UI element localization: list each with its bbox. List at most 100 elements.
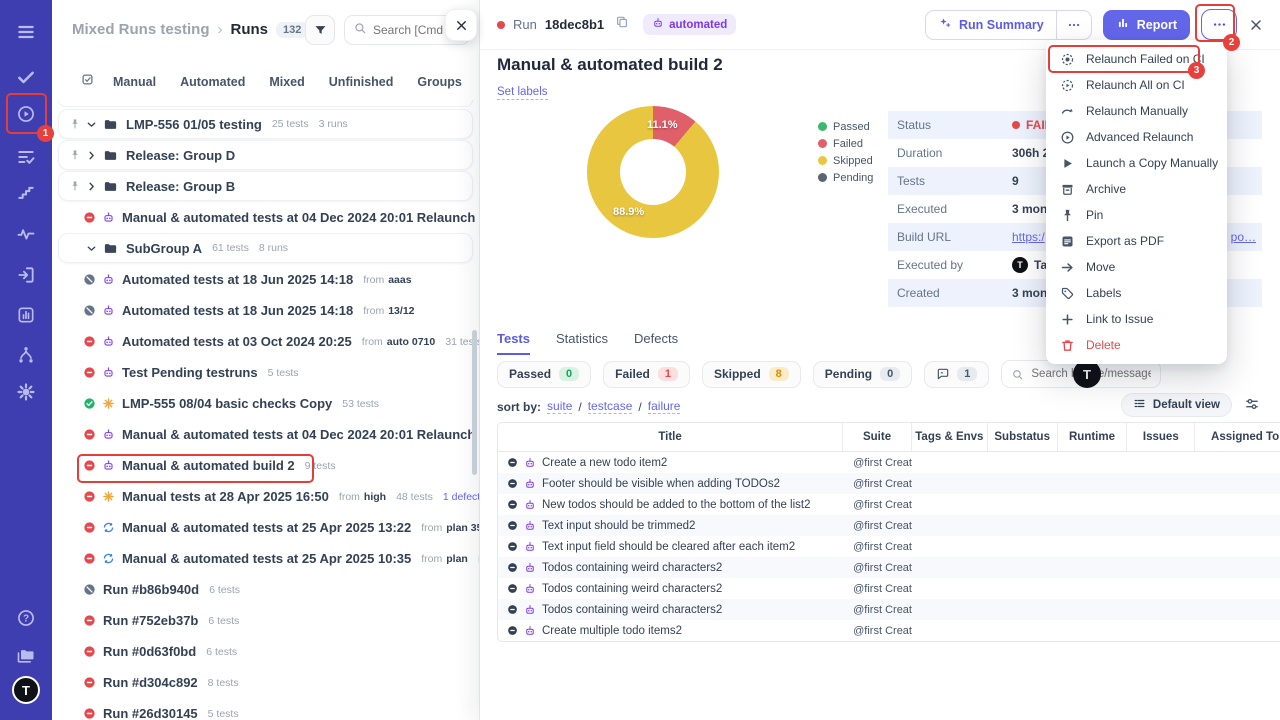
- sidebar-steps-icon[interactable]: [0, 172, 52, 212]
- menu-item-launch-a-copy-manually[interactable]: Launch a Copy Manually: [1046, 150, 1227, 176]
- filter-pill-pending[interactable]: Pending0: [813, 361, 912, 388]
- sidebar-gear-icon[interactable]: [0, 372, 52, 412]
- column-header[interactable]: Title: [498, 423, 843, 451]
- run-row[interactable]: Manual & automated tests at 25 Apr 2025 …: [52, 543, 479, 574]
- run-row[interactable]: Run #b86b940d6 tests: [52, 574, 479, 605]
- build-url-link[interactable]: https:/: [1012, 230, 1045, 244]
- run-row[interactable]: Manual & automated build 29 tests: [52, 450, 479, 481]
- chevron-right-icon[interactable]: [85, 149, 98, 162]
- sidebar-branch-icon[interactable]: [0, 335, 52, 375]
- menu-item-link-to-issue[interactable]: Link to Issue: [1046, 306, 1227, 332]
- menu-item-advanced-relaunch[interactable]: Advanced Relaunch: [1046, 124, 1227, 150]
- column-header[interactable]: Issues: [1127, 423, 1195, 451]
- breadcrumb-project[interactable]: Mixed Runs testing: [72, 21, 210, 38]
- scrollbar-thumb[interactable]: [472, 330, 477, 475]
- column-header[interactable]: Assigned To: [1195, 423, 1280, 451]
- close-run-panel-button[interactable]: [1248, 17, 1264, 33]
- table-row[interactable]: Text input field should be cleared after…: [498, 536, 1280, 557]
- run-row[interactable]: Run #26d301455 tests: [52, 698, 479, 720]
- menu-item-archive[interactable]: Archive: [1046, 176, 1227, 202]
- table-row[interactable]: New todos should be added to the bottom …: [498, 494, 1280, 515]
- run-row[interactable]: Automated tests at 03 Oct 2024 20:25from…: [52, 326, 479, 357]
- sidebar-bar-chart-icon[interactable]: [0, 295, 52, 335]
- sidebar-help-icon[interactable]: ?: [0, 598, 52, 638]
- menu-item-labels[interactable]: Labels: [1046, 280, 1227, 306]
- sidebar-check-icon[interactable]: [0, 57, 52, 97]
- filter-button[interactable]: [305, 15, 335, 45]
- run-row[interactable]: Run #0d63f0bd6 tests: [52, 636, 479, 667]
- run-group-row[interactable]: Release: Group D: [58, 140, 473, 170]
- run-row[interactable]: Automated tests at 18 Jun 2025 14:18from…: [52, 264, 479, 295]
- sort-by-testcase[interactable]: testcase: [588, 399, 633, 414]
- chevron-right-icon[interactable]: [85, 180, 98, 193]
- chevron-down-icon[interactable]: [85, 242, 98, 255]
- sort-by-failure[interactable]: failure: [648, 399, 681, 414]
- select-all-icon[interactable]: [80, 72, 95, 92]
- user-avatar[interactable]: T: [12, 676, 40, 704]
- column-header[interactable]: Substatus: [988, 423, 1058, 451]
- run-row[interactable]: Test Pending testruns5 tests: [52, 357, 479, 388]
- run-row[interactable]: Manual & automated tests at 25 Apr 2025 …: [52, 512, 479, 543]
- column-header[interactable]: Tags & Envs: [912, 423, 988, 451]
- sliders-icon[interactable]: [1244, 396, 1260, 417]
- run-summary-button[interactable]: Run Summary: [926, 11, 1056, 39]
- run-group-row[interactable]: LMP-556 01/05 testing25 tests3 runs: [58, 109, 473, 139]
- runs-tab-mixed[interactable]: Mixed: [269, 75, 304, 89]
- runs-tab-groups[interactable]: Groups: [417, 75, 461, 89]
- menu-item-export-as-pdf[interactable]: Export as PDF: [1046, 228, 1227, 254]
- legend-item: Pending: [818, 169, 873, 186]
- sidebar-menu-icon[interactable]: [0, 12, 52, 52]
- run-row[interactable]: LMP-555 08/04 basic checks Copy53 tests: [52, 388, 479, 419]
- run-group-row[interactable]: SubGroup A61 tests8 runs: [58, 233, 473, 263]
- sidebar-pulse-icon[interactable]: [0, 214, 52, 254]
- table-row[interactable]: Create a new todo item2@first Create ...: [498, 452, 1280, 473]
- sidebar-play-circle-icon[interactable]: [0, 94, 52, 134]
- run-row[interactable]: Manual & automated tests at 04 Dec 2024 …: [52, 202, 479, 233]
- sort-by-suite[interactable]: suite: [547, 399, 572, 414]
- column-header[interactable]: Runtime: [1058, 423, 1128, 451]
- set-labels-link[interactable]: Set labels: [497, 86, 548, 100]
- sidebar-import-icon[interactable]: [0, 255, 52, 295]
- filter-pill-passed[interactable]: Passed0: [497, 361, 591, 388]
- run-summary-more-button[interactable]: [1057, 11, 1091, 39]
- menu-item-pin[interactable]: Pin: [1046, 202, 1227, 228]
- filter-pill-failed[interactable]: Failed1: [603, 361, 690, 388]
- panel-close-button[interactable]: [445, 9, 477, 41]
- menu-item-relaunch-all-on-ci[interactable]: Relaunch All on CI: [1046, 72, 1227, 98]
- tab-defects[interactable]: Defects: [634, 331, 678, 355]
- table-row[interactable]: Footer should be visible when adding TOD…: [498, 473, 1280, 494]
- runs-tab-unfinished[interactable]: Unfinished: [329, 75, 394, 89]
- more-actions-button[interactable]: [1201, 9, 1237, 40]
- run-defects-link[interactable]: 1 defects: [443, 491, 479, 503]
- tab-tests[interactable]: Tests: [497, 331, 530, 355]
- menu-item-relaunch-failed-on-ci[interactable]: Relaunch Failed on CI: [1046, 46, 1227, 72]
- menu-item-relaunch-manually[interactable]: Relaunch Manually: [1046, 98, 1227, 124]
- table-row[interactable]: Text input should be trimmed2@first Crea…: [498, 515, 1280, 536]
- copy-icon[interactable]: [615, 15, 629, 34]
- run-group-row[interactable]: Release: Group B: [58, 171, 473, 201]
- run-row[interactable]: Automated tests at 18 Jun 2025 14:18from…: [52, 295, 479, 326]
- run-row[interactable]: Run #752eb37b6 tests: [52, 605, 479, 636]
- comments-filter-pill[interactable]: 1: [924, 361, 989, 388]
- assignee-avatar[interactable]: T: [1073, 360, 1101, 388]
- runs-tab-manual[interactable]: Manual: [113, 75, 156, 89]
- menu-item-move[interactable]: Move: [1046, 254, 1227, 280]
- run-row[interactable]: Manual tests at 28 Apr 2025 16:50fromhig…: [52, 481, 479, 512]
- run-row[interactable]: Run #d304c8928 tests: [52, 667, 479, 698]
- table-row[interactable]: Todos containing weird characters2@first…: [498, 599, 1280, 620]
- sidebar-list-check-icon[interactable]: [0, 137, 52, 177]
- tab-statistics[interactable]: Statistics: [556, 331, 608, 355]
- runs-tab-automated[interactable]: Automated: [180, 75, 245, 89]
- report-button[interactable]: Report: [1103, 10, 1190, 40]
- chevron-down-icon[interactable]: [85, 118, 98, 131]
- table-row[interactable]: Todos containing weird characters2@first…: [498, 578, 1280, 599]
- table-row[interactable]: Todos containing weird characters2@first…: [498, 557, 1280, 578]
- column-header[interactable]: Suite: [843, 423, 912, 451]
- table-row[interactable]: Create multiple todo items2@first Create…: [498, 620, 1280, 641]
- filter-pill-skipped[interactable]: Skipped8: [702, 361, 801, 388]
- run-row[interactable]: Manual & automated tests at 04 Dec 2024 …: [52, 419, 479, 450]
- build-url-link-end[interactable]: po…: [1231, 230, 1256, 244]
- sidebar-folders-icon[interactable]: [0, 636, 52, 676]
- menu-item-delete[interactable]: Delete: [1046, 332, 1227, 358]
- default-view-button[interactable]: Default view: [1121, 393, 1232, 417]
